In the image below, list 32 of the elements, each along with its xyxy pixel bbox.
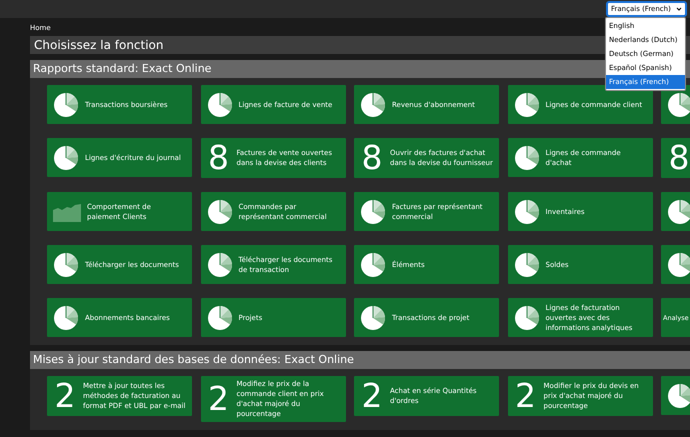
count-number: 2 [360, 379, 384, 413]
pie-chart-icon [53, 252, 79, 278]
pie-chart-icon [206, 92, 232, 118]
function-tile[interactable]: 8 [661, 138, 690, 178]
pie-chart-icon [667, 198, 690, 224]
pie-chart-icon [514, 304, 540, 330]
count-number: 2 [54, 379, 76, 413]
section-header: Mises à jour standard des bases de données: Exact Online [30, 351, 690, 369]
pie-chart-icon [206, 304, 232, 330]
pie-chart-icon [53, 304, 79, 330]
pie-chart-icon [360, 198, 386, 224]
pie-chart-icon [360, 252, 386, 278]
count-number: 2 [207, 382, 230, 416]
pie-chart-icon [206, 198, 232, 224]
pie-chart-icon [667, 382, 690, 408]
count-number: 8 [207, 141, 230, 175]
pie-chart-icon [360, 304, 386, 330]
count-number: 2 [514, 379, 537, 413]
pie-chart-icon [514, 92, 540, 118]
caret-icon [676, 6, 682, 12]
pie-chart-icon [514, 252, 540, 278]
pie-chart-icon [514, 198, 540, 224]
pie-chart-icon [667, 252, 690, 278]
pie-chart-icon [53, 92, 79, 118]
area-chart-icon [53, 202, 81, 222]
pie-chart-icon [514, 144, 540, 170]
pie-chart-icon [667, 92, 690, 118]
count-number: 8 [668, 141, 690, 175]
pie-chart-icon [360, 92, 386, 118]
pie-chart-icon [53, 144, 79, 170]
count-number: 8 [360, 141, 384, 175]
pie-chart-icon [206, 252, 232, 278]
